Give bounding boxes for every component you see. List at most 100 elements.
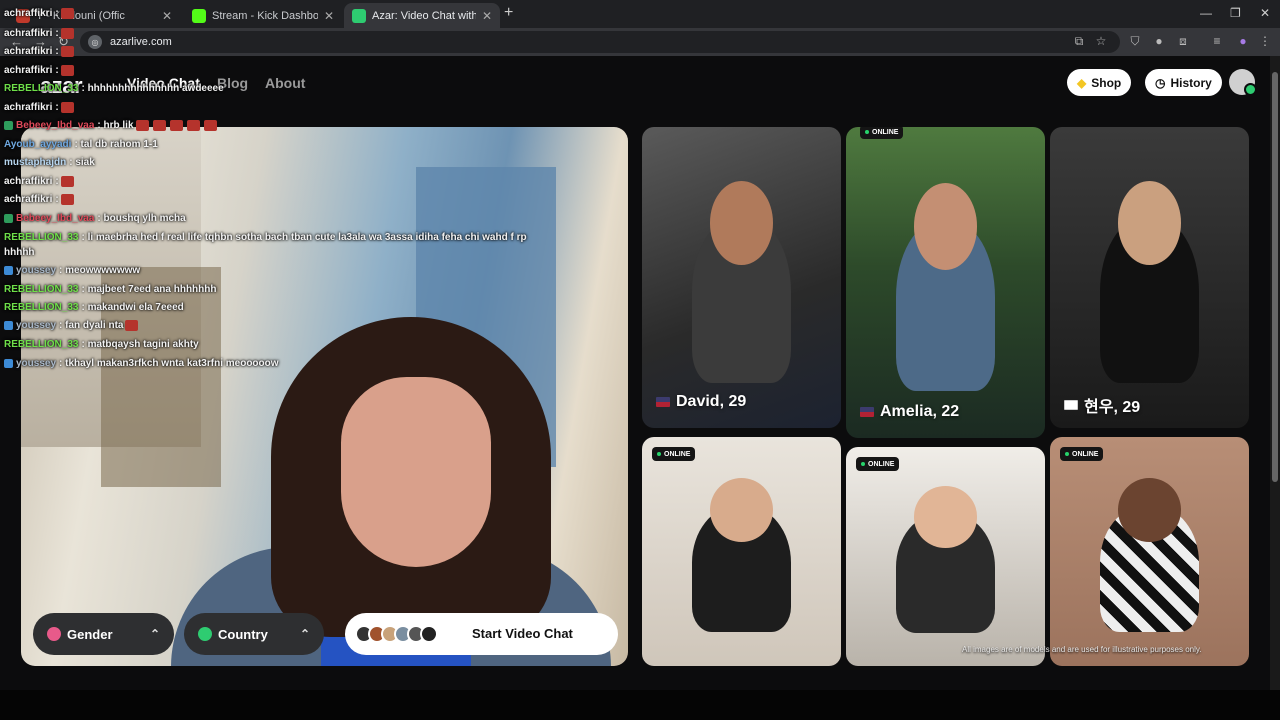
close-icon[interactable]: ✕ (162, 9, 172, 23)
profile-name: David, 29 (656, 393, 746, 411)
chat-text: : makandwi ela 7eeed (81, 302, 184, 313)
tab-azar[interactable]: Azar: Video Chat with New ✕ (344, 3, 500, 28)
profile-icon[interactable]: ● (1236, 34, 1250, 48)
close-icon[interactable]: ✕ (324, 9, 334, 23)
minimize-icon[interactable]: — (1200, 6, 1212, 20)
kr-flag-icon (1064, 400, 1078, 410)
page-scrollbar[interactable] (1270, 56, 1280, 690)
chat-username[interactable]: mustaphajdn (4, 157, 66, 168)
bookmark-star-icon[interactable]: ☆ (1094, 34, 1108, 48)
chat-message: achraffikri: (4, 28, 76, 39)
media-icon[interactable]: ≡ (1210, 34, 1224, 48)
tab-label: Azar: Video Chat with New (372, 9, 476, 22)
new-tab-icon[interactable]: + (504, 4, 513, 22)
nav-about[interactable]: About (265, 75, 305, 91)
tab-kick[interactable]: Stream - Kick Dashboard ✕ (184, 3, 342, 28)
chat-message: achraffikri: (4, 176, 76, 187)
chat-username[interactable]: achraffikri (4, 194, 52, 205)
online-badge: ONLINE (860, 127, 904, 139)
emote-icon (203, 120, 217, 131)
chat-username[interactable]: REBELLION_33 (4, 302, 78, 313)
chat-username[interactable]: REBELLION_33 (4, 83, 78, 94)
emote-icon (169, 120, 183, 131)
chat-message: Ayoub_ayyadi: tal db rahom 1-1 (4, 139, 158, 150)
emote-icon (60, 176, 74, 187)
profile-card[interactable]: ONLINE (642, 437, 841, 666)
shield-icon[interactable]: ⛉ (1128, 34, 1142, 48)
chat-text: : (55, 102, 59, 114)
chat-text: : boushq ylh mcha (97, 213, 186, 224)
profile-name: Amelia, 22 (860, 403, 959, 421)
chat-badge-icon (4, 121, 13, 130)
scrollbar-thumb[interactable] (1272, 72, 1278, 482)
url-field[interactable]: ◎ azarlive.com (80, 31, 1120, 53)
chat-text: : (55, 176, 59, 188)
profile-name: 현우, 29 (1064, 393, 1140, 417)
chat-username[interactable]: achraffikri (4, 102, 52, 113)
screenshot-icon[interactable]: ⧉ (1072, 34, 1086, 48)
close-window-icon[interactable]: ✕ (1260, 6, 1270, 20)
close-icon[interactable]: ✕ (482, 9, 492, 23)
chat-username[interactable]: achraffikri (4, 65, 52, 76)
chat-username[interactable]: youssey (16, 320, 56, 331)
chat-badge-icon (4, 321, 13, 330)
restore-icon[interactable]: ❐ (1230, 6, 1241, 20)
profile-name-text: 현우, 29 (1084, 399, 1141, 416)
chat-text: : (55, 194, 59, 206)
chat-badge-icon (4, 358, 13, 368)
chat-username[interactable]: Bebeey_Ibd_vaa (16, 120, 94, 131)
chat-message: REBELLION_33: makandwi ela 7eeed (4, 302, 184, 313)
history-label: History (1170, 75, 1212, 90)
person-head (709, 181, 774, 266)
profile-card[interactable]: David, 29 (642, 127, 841, 428)
person-head (1117, 181, 1182, 266)
chat-text: : hrb lik (97, 120, 134, 132)
profile-card[interactable]: ONLINE Amelia, 22 (846, 127, 1045, 438)
gender-filter-button[interactable]: Gender ⌃ (33, 613, 174, 655)
chat-username[interactable]: youssey (16, 358, 56, 369)
profile-card[interactable]: 현우, 29 (1050, 127, 1249, 428)
online-badge: ONLINE (1060, 447, 1104, 461)
chat-text: : (55, 46, 59, 58)
chat-username[interactable]: achraffikri (4, 46, 52, 57)
chat-badge-icon (4, 265, 13, 275)
start-video-chat-button[interactable]: Start Video Chat (345, 613, 618, 655)
country-filter-button[interactable]: Country ⌃ (184, 613, 324, 655)
chat-username[interactable]: achraffikri (4, 176, 52, 187)
puzzle-icon[interactable]: ⧈ (1176, 34, 1190, 48)
chat-username[interactable]: achraffikri (4, 8, 52, 19)
chat-username[interactable]: Bebeey_Ibd_vaa (16, 213, 94, 224)
shop-button[interactable]: ◆ Shop (1067, 69, 1132, 96)
chat-username[interactable]: youssey (16, 265, 56, 276)
chat-message: Bebeey_Ibd_vaa: hrb lik (4, 120, 219, 131)
profile-card[interactable]: ONLINE (846, 447, 1045, 666)
chat-text: : majbeet 7eed ana hhhhhhh (81, 284, 217, 295)
chat-text: : (55, 28, 59, 40)
start-video-chat-label: Start Video Chat (472, 626, 573, 641)
us-flag-icon (860, 407, 874, 417)
chat-username[interactable]: REBELLION_33 (4, 339, 78, 350)
emote-icon (60, 102, 74, 113)
chat-username[interactable]: REBELLION_33 (4, 284, 78, 295)
profile-avatar[interactable] (1229, 69, 1257, 96)
chat-text: : meowwwwwww (59, 265, 141, 276)
chat-username[interactable]: Ayoub_ayyadi (4, 139, 71, 150)
person-head (913, 486, 978, 548)
gender-icon (47, 627, 61, 641)
chat-text: hhhhh (4, 247, 35, 258)
chat-username[interactable]: achraffikri (4, 28, 52, 39)
chevron-up-icon: ⌃ (299, 627, 310, 641)
online-badge: ONLINE (652, 447, 696, 461)
profile-card[interactable]: ONLINE (1050, 437, 1249, 666)
menu-icon[interactable]: ⋮ (1258, 34, 1272, 48)
chat-username[interactable]: REBELLION_33 (4, 232, 78, 243)
chat-message: achraffikri: (4, 8, 76, 19)
online-badge: ONLINE (856, 457, 900, 471)
chat-text: : tkhayl makan3rfkch wnta kat3rfni meooo… (59, 358, 279, 369)
azar-icon (352, 8, 366, 23)
extension-icon[interactable]: ● (1152, 34, 1166, 48)
site-info-icon[interactable]: ◎ (88, 35, 102, 49)
browser-tab-bar: Y - Khelouni (Offic ✕ Stream - Kick Dash… (0, 0, 1280, 28)
chat-message: achraffikri: (4, 46, 76, 57)
history-button[interactable]: ◷ History (1145, 69, 1222, 96)
